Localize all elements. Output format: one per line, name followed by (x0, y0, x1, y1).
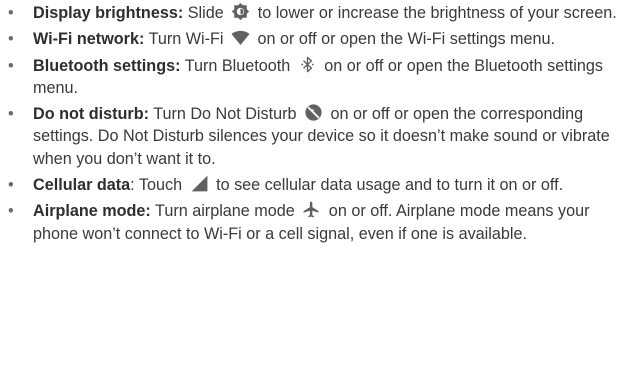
bullet-marker: • (8, 105, 14, 124)
bullet-marker: • (8, 30, 14, 49)
airplane-icon (302, 200, 321, 219)
item-description: on or off or open the Wi-Fi settings men… (253, 30, 556, 49)
bullet-marker: • (8, 202, 14, 221)
item-description: Slide (183, 4, 229, 22)
bullet-marker: • (8, 56, 14, 75)
list-item-display-brightness: • Display brightness: Slide to lower or i… (8, 2, 621, 24)
bluetooth-icon (298, 55, 317, 74)
document-page: • Display brightness: Slide to lower or i… (0, 0, 627, 370)
bullet-marker: • (8, 4, 14, 22)
do-not-disturb-icon (304, 103, 323, 122)
item-description: to lower or increase the brightness of y… (253, 4, 617, 22)
wifi-icon (231, 28, 250, 47)
item-term: Do not disturb: (33, 105, 149, 124)
item-description: to see cellular data usage and to turn i… (211, 176, 564, 195)
list-item-cellular-data: • Cellular data: Touch to see cellular da… (8, 174, 621, 196)
cellular-signal-icon (190, 174, 209, 193)
item-term: Cellular data (33, 176, 131, 195)
item-description: Turn Wi-Fi (144, 30, 229, 49)
item-term: Display brightness: (33, 4, 184, 22)
item-description: Turn Bluetooth (180, 56, 295, 75)
list-item-airplane-mode: • Airplane mode: Turn airplane mode on or… (8, 200, 621, 245)
item-term: Bluetooth settings: (33, 56, 181, 75)
quick-settings-list: • Display brightness: Slide to lower or i… (8, 2, 621, 245)
bullet-marker: • (8, 176, 14, 195)
item-description: Turn airplane mode (150, 202, 300, 221)
list-item-bluetooth-settings: • Bluetooth settings: Turn Bluetooth on o… (8, 55, 621, 100)
item-description: Turn Do Not Disturb (148, 105, 302, 124)
item-description: : Touch (130, 176, 187, 195)
brightness-icon (231, 2, 250, 21)
list-item-do-not-disturb: • Do not disturb: Turn Do Not Disturb on … (8, 103, 621, 170)
list-item-wifi-network: • Wi-Fi network: Turn Wi-Fi on or off or … (8, 28, 621, 50)
item-term: Wi-Fi network: (33, 30, 145, 49)
item-term: Airplane mode: (33, 202, 151, 221)
